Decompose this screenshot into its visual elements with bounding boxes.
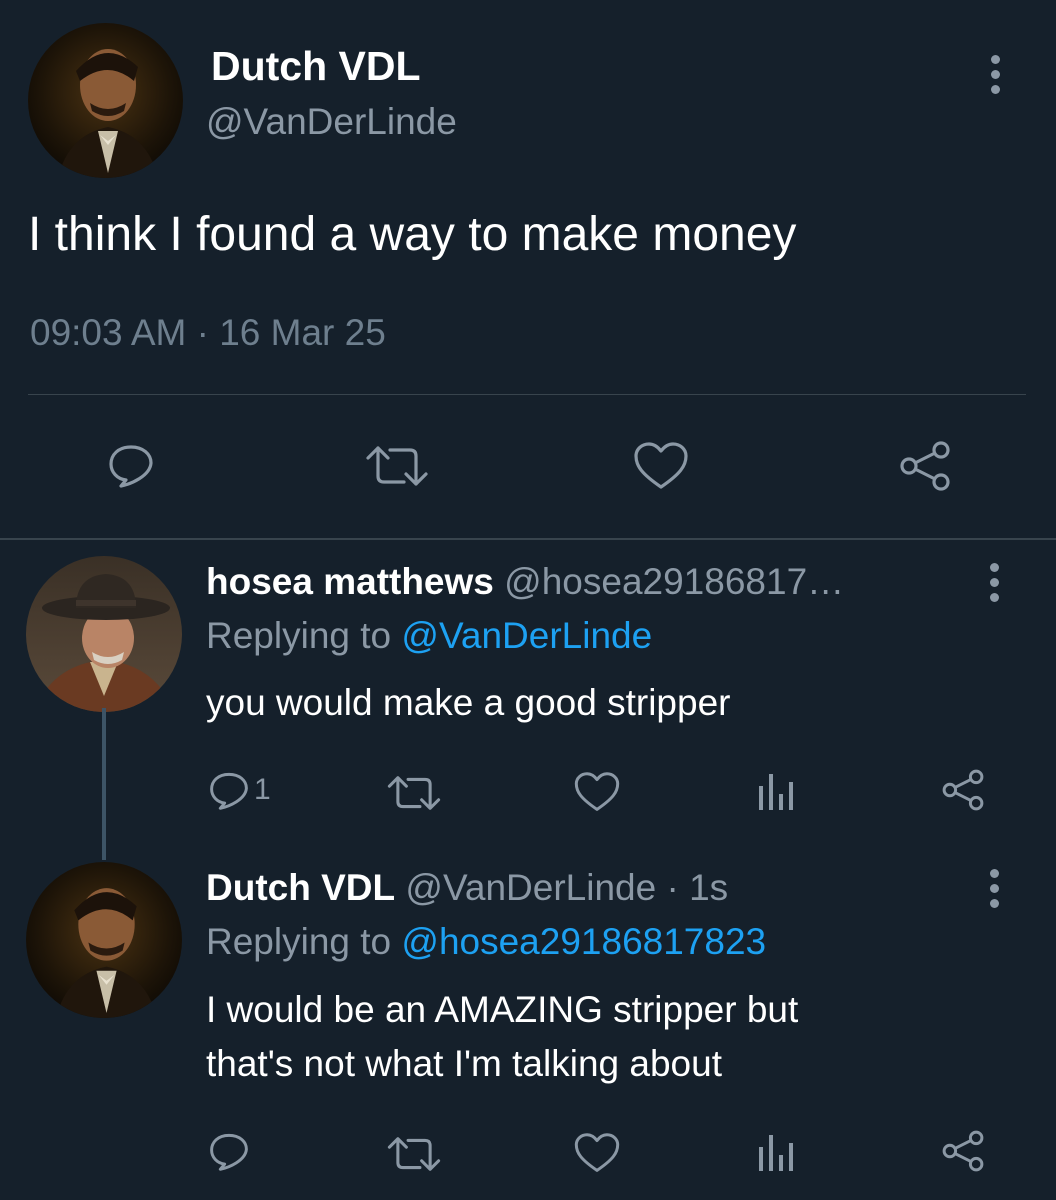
share-icon: [900, 441, 950, 491]
tweet-text-line-1: I would be an AMAZING stripper but: [206, 989, 799, 1030]
replying-to: Replying to @VanDerLinde: [206, 614, 652, 658]
author-display-name[interactable]: Dutch VDL: [211, 42, 421, 90]
like-button[interactable]: [573, 1132, 621, 1174]
reply-header: hosea matthews @hosea29186817…: [206, 560, 844, 604]
replying-to-handle-link[interactable]: @VanDerLinde: [401, 615, 652, 656]
tweet-time[interactable]: · 1s: [666, 867, 728, 908]
avatar[interactable]: [26, 862, 182, 1018]
like-button[interactable]: [632, 441, 690, 491]
retweet-icon: [366, 446, 428, 486]
retweet-icon: [387, 1137, 441, 1171]
replying-to: Replying to @hosea29186817823: [206, 920, 766, 964]
share-icon: [942, 769, 984, 811]
analytics-icon: [759, 774, 793, 810]
author-handle[interactable]: @VanDerLinde: [206, 100, 457, 144]
like-button[interactable]: [573, 771, 621, 813]
tweet-timestamp[interactable]: 09:03 AM · 16 Mar 25: [30, 310, 386, 356]
tweet-text: you would make a good stripper: [206, 682, 731, 723]
replying-to-handle-link[interactable]: @hosea29186817823: [401, 921, 766, 962]
retweet-icon: [387, 776, 441, 810]
tweet-text: I think I found a way to make money: [28, 208, 797, 261]
avatar[interactable]: [28, 23, 183, 178]
analytics-icon: [759, 1135, 793, 1171]
tweet-text-line-2: that's not what I'm talking about: [206, 1043, 722, 1084]
analytics-button[interactable]: [757, 770, 797, 812]
avatar[interactable]: [26, 556, 182, 712]
share-button[interactable]: [897, 440, 953, 492]
reply-icon: [210, 772, 248, 810]
reply-button[interactable]: [107, 442, 155, 488]
like-icon: [574, 772, 620, 811]
more-options-icon[interactable]: [975, 44, 1015, 104]
author-handle[interactable]: @hosea29186817…: [504, 561, 844, 602]
replying-to-label: Replying to: [206, 921, 392, 962]
reply-header: Dutch VDL @VanDerLinde · 1s: [206, 866, 728, 910]
retweet-button[interactable]: [386, 774, 442, 812]
reply-icon: [210, 1133, 248, 1171]
author-display-name[interactable]: hosea matthews: [206, 561, 494, 602]
analytics-button[interactable]: [757, 1131, 797, 1173]
share-button[interactable]: [940, 768, 986, 812]
reply-button[interactable]: 1: [208, 770, 271, 810]
like-icon: [574, 1133, 620, 1172]
replying-to-label: Replying to: [206, 615, 392, 656]
author-display-name[interactable]: Dutch VDL: [206, 867, 395, 908]
author-handle[interactable]: @VanDerLinde: [405, 867, 656, 908]
reply-button[interactable]: [208, 1131, 250, 1171]
like-icon: [634, 442, 688, 489]
share-icon: [942, 1130, 984, 1172]
share-button[interactable]: [940, 1129, 986, 1173]
more-options-icon[interactable]: [974, 858, 1014, 918]
thread-connector-line: [102, 708, 106, 860]
divider: [28, 394, 1026, 395]
section-divider: [0, 538, 1056, 540]
retweet-button[interactable]: [364, 444, 430, 488]
more-options-icon[interactable]: [974, 552, 1014, 612]
retweet-button[interactable]: [386, 1135, 442, 1173]
reply-icon: [109, 445, 153, 488]
reply-count: 1: [254, 773, 271, 806]
